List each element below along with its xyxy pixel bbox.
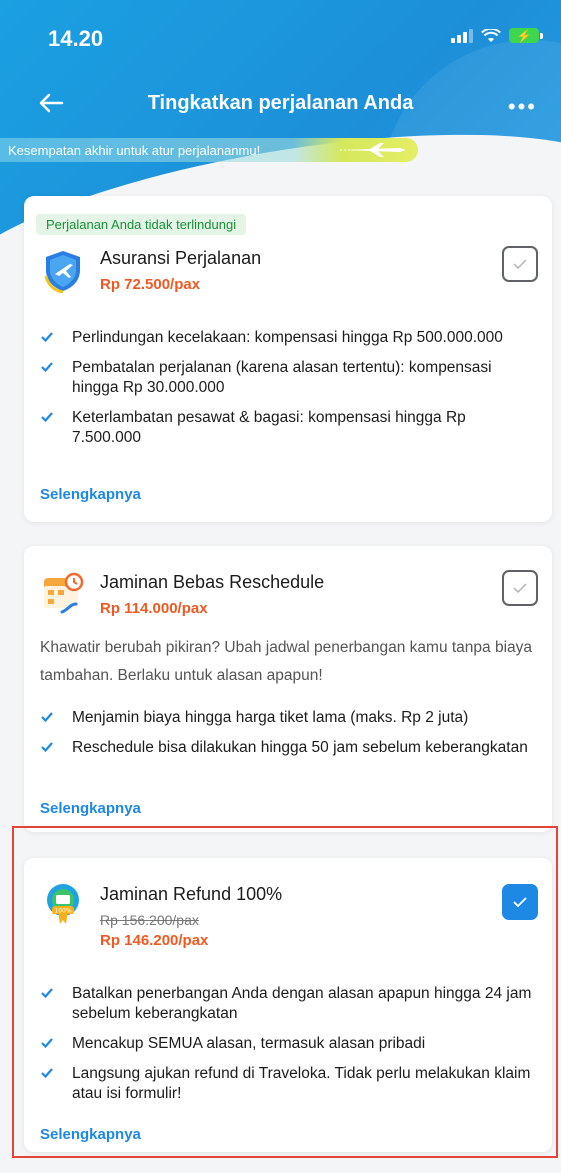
- list-item: Perlindungan kecelakaan: kompensasi hing…: [40, 328, 538, 348]
- status-time: 14.20: [48, 26, 104, 51]
- battery-icon: ⚡: [509, 28, 543, 43]
- selection-highlight-frame: [12, 826, 558, 1158]
- unprotected-tag: Perjalanan Anda tidak terlindungi: [36, 214, 247, 235]
- product-description: Khawatir berubah pikiran? Ubah jadwal pe…: [40, 639, 533, 684]
- banner-text: Kesempatan akhir untuk atur perjalananmu…: [8, 142, 261, 158]
- check-icon: [513, 259, 527, 269]
- list-item: Pembatalan perjalanan (karena alasan ter…: [40, 358, 538, 398]
- benefit-list: Perlindungan kecelakaan: kompensasi hing…: [40, 328, 538, 458]
- calendar-reschedule-icon: [44, 572, 84, 614]
- more-options-icon[interactable]: •••: [508, 94, 537, 120]
- status-icons: ⚡: [451, 28, 543, 43]
- top-nav: Tingkatkan perjalanan Anda •••: [0, 88, 561, 124]
- addon-card-reschedule: Jaminan Bebas Reschedule Rp 114.000/pax …: [24, 546, 552, 832]
- benefit-list: Menjamin biaya hingga harga tiket lama (…: [40, 708, 538, 768]
- product-name: Jaminan Bebas Reschedule: [100, 572, 325, 592]
- airplane-shield-icon: [44, 251, 80, 294]
- product-name: Asuransi Perjalanan: [100, 248, 262, 268]
- promo-banner: Kesempatan akhir untuk atur perjalananmu…: [0, 138, 418, 162]
- check-icon: [41, 412, 53, 423]
- list-item: Reschedule bisa dilakukan hingga 50 jam …: [40, 738, 538, 758]
- product-price: Rp 114.000/pax: [100, 600, 208, 617]
- see-more-link[interactable]: Selengkapnya: [40, 800, 141, 817]
- check-icon: [41, 742, 53, 753]
- product-price: Rp 72.500/pax: [100, 276, 201, 293]
- check-icon: [41, 362, 53, 373]
- see-more-link[interactable]: Selengkapnya: [40, 486, 141, 503]
- wifi-icon: [481, 28, 501, 42]
- check-icon: [513, 583, 527, 593]
- airplane-icon: [340, 143, 406, 157]
- insurance-checkbox[interactable]: [502, 246, 538, 282]
- check-icon: [41, 712, 53, 723]
- addon-card-insurance: Perjalanan Anda tidak terlindungi Asuran…: [24, 196, 552, 522]
- list-item: Keterlambatan pesawat & bagasi: kompensa…: [40, 408, 538, 448]
- page-title: Tingkatkan perjalanan Anda: [147, 92, 414, 114]
- list-item: Menjamin biaya hingga harga tiket lama (…: [40, 708, 538, 728]
- reschedule-checkbox[interactable]: [502, 570, 538, 606]
- check-icon: [41, 332, 53, 343]
- signal-icon: [451, 28, 473, 43]
